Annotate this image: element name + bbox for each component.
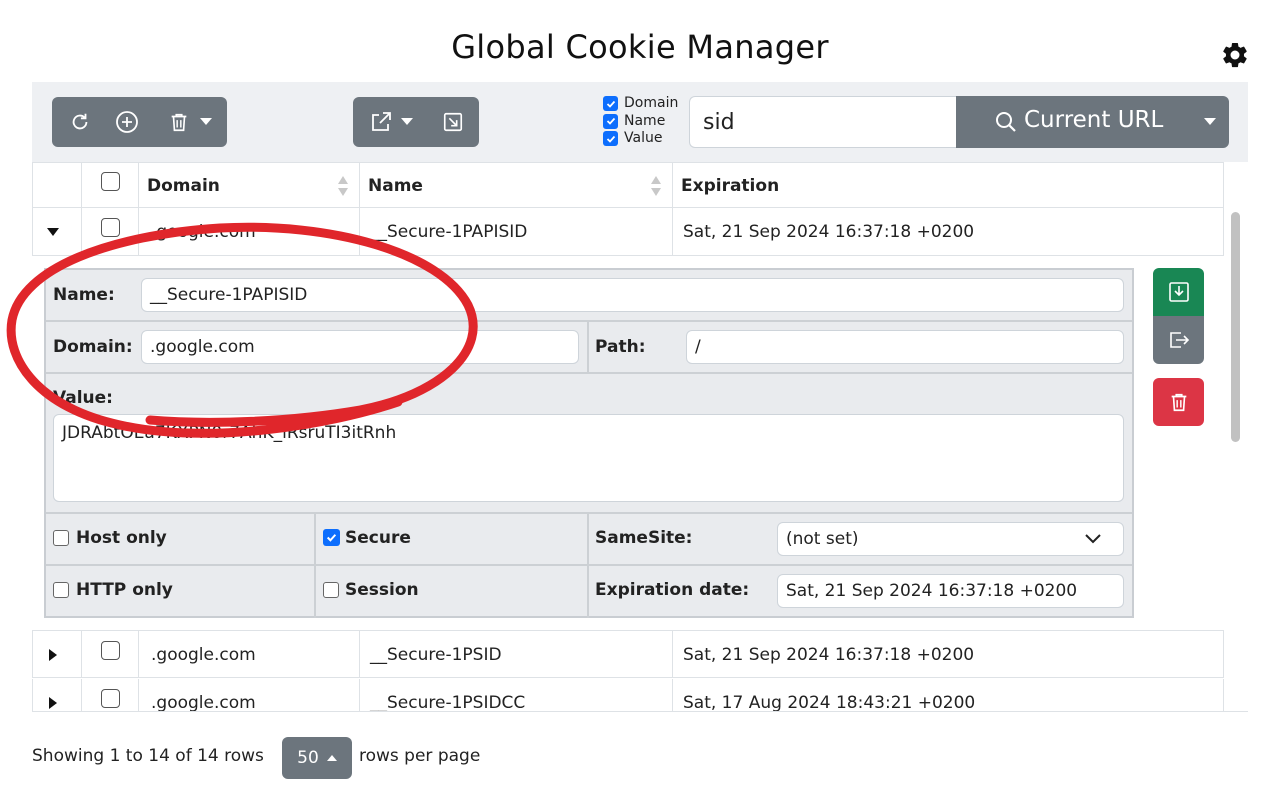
search-icon [996, 112, 1016, 132]
row-checkbox[interactable] [101, 218, 120, 237]
search-scope-dropdown[interactable] [1196, 96, 1229, 148]
expand-row-icon[interactable] [49, 697, 57, 709]
cell-expiration: Sat, 21 Sep 2024 16:37:18 +0200 [683, 645, 975, 665]
search-scope-button[interactable]: Current URL [956, 96, 1229, 148]
row-checkbox[interactable] [101, 641, 120, 660]
domain-label: Domain: [53, 337, 133, 357]
checkbox-checked-icon[interactable] [603, 96, 618, 112]
caret-up-icon [326, 755, 337, 761]
add-cookie-button[interactable] [107, 97, 147, 147]
import-icon [443, 112, 463, 132]
import-export-group [353, 97, 479, 147]
filter-name[interactable]: Name [603, 113, 678, 131]
filter-value[interactable]: Value [603, 130, 678, 148]
path-label: Path: [595, 337, 646, 357]
export-cookie-button[interactable] [1153, 316, 1204, 364]
page-size-dropdown[interactable]: 50 [282, 737, 352, 779]
save-icon [1168, 282, 1189, 302]
host-only-label: Host only [76, 528, 167, 548]
export-dropdown-button[interactable] [361, 97, 421, 147]
table-header: Domain Name Expiration [32, 162, 1224, 208]
cell-expiration: Sat, 21 Sep 2024 16:37:18 +0200 [683, 222, 975, 242]
name-label: Name: [53, 285, 115, 305]
cookie-detail-panel: Name: __Secure-1PAPISID Domain: .google.… [32, 256, 1224, 630]
page-title: Global Cookie Manager [451, 28, 829, 66]
expand-row-icon[interactable] [49, 649, 57, 661]
path-field[interactable]: / [686, 330, 1124, 364]
sort-icon[interactable] [337, 175, 349, 197]
scrollbar-thumb[interactable] [1231, 212, 1240, 442]
secure-checkbox[interactable] [323, 529, 340, 546]
cell-expiration: Sat, 17 Aug 2024 18:43:21 +0200 [683, 693, 976, 712]
http-only-label: HTTP only [76, 580, 173, 600]
gear-icon[interactable] [1220, 40, 1250, 70]
cell-name: __Secure-1PAPISID [370, 222, 528, 242]
box-arrow-right-icon [1169, 332, 1189, 348]
plus-circle-icon [116, 111, 138, 133]
samesite-value: (not set) [786, 529, 859, 549]
value-label: Value: [53, 388, 113, 408]
samesite-select[interactable]: (not set) [777, 522, 1124, 556]
page-size-value: 50 [297, 748, 319, 768]
search-input[interactable] [689, 96, 957, 148]
cell-name: __Secure-1PSID [370, 645, 502, 665]
http-only-checkbox[interactable] [53, 582, 69, 598]
filter-label: Domain [624, 95, 679, 111]
samesite-label: SameSite: [595, 528, 693, 548]
rows-per-page-label: rows per page [359, 746, 481, 766]
search-filters: Domain Name Value [603, 95, 678, 148]
column-name[interactable]: Name [368, 176, 423, 196]
expiration-date-label: Expiration date: [595, 580, 750, 600]
domain-field[interactable]: .google.com [141, 330, 579, 364]
delete-cookie-button[interactable] [1153, 378, 1204, 426]
cell-domain: .google.com [151, 222, 256, 242]
search-scope-label: Current URL [1024, 107, 1164, 133]
cell-domain: .google.com [151, 693, 256, 712]
refresh-button[interactable] [60, 97, 100, 147]
host-only-checkbox[interactable] [53, 530, 69, 546]
refresh-icon [72, 113, 88, 130]
trash-icon [1171, 393, 1186, 412]
filter-label: Name [624, 112, 666, 129]
column-domain[interactable]: Domain [147, 176, 220, 196]
name-field[interactable]: __Secure-1PAPISID [141, 278, 1124, 312]
row-checkbox[interactable] [101, 689, 120, 708]
caret-down-icon [199, 118, 212, 125]
cookie-table: Domain Name Expiration .google.com __Sec… [32, 162, 1248, 712]
caret-down-icon [1204, 118, 1216, 125]
collapse-row-icon[interactable] [47, 228, 59, 236]
session-label: Session [345, 580, 419, 600]
save-cookie-button[interactable] [1153, 268, 1204, 316]
cell-domain: .google.com [151, 645, 256, 665]
checkbox-checked-icon[interactable] [603, 131, 618, 147]
cookie-actions-group [52, 97, 227, 147]
cookie-edit-form: Name: __Secure-1PAPISID Domain: .google.… [44, 268, 1134, 618]
select-all-checkbox[interactable] [101, 172, 120, 191]
column-expiration[interactable]: Expiration [681, 176, 779, 196]
pagination-info: Showing 1 to 14 of 14 rows [32, 746, 264, 766]
checkbox-checked-icon[interactable] [603, 113, 618, 129]
expiration-date-field[interactable]: Sat, 21 Sep 2024 16:37:18 +0200 [777, 574, 1124, 608]
table-row[interactable]: .google.com __Secure-1PAPISID Sat, 21 Se… [32, 208, 1224, 256]
import-button[interactable] [433, 97, 473, 147]
value-field[interactable]: JDRAbtOEa7KXPN0r7AhK_iRsruTI3itRnh [53, 414, 1124, 502]
trash-icon [171, 113, 186, 132]
delete-dropdown-button[interactable] [157, 97, 222, 147]
external-link-icon [372, 112, 391, 131]
caret-down-icon [401, 118, 413, 125]
filter-label: Value [624, 130, 663, 146]
sort-icon[interactable] [650, 175, 662, 197]
filter-domain[interactable]: Domain [603, 95, 678, 113]
session-checkbox[interactable] [323, 582, 339, 598]
chevron-down-icon [1085, 534, 1101, 544]
cell-name: __Secure-1PSIDCC [370, 693, 526, 712]
table-row[interactable]: .google.com __Secure-1PSID Sat, 21 Sep 2… [32, 630, 1224, 678]
secure-label: Secure [345, 528, 411, 548]
table-row[interactable]: .google.com __Secure-1PSIDCC Sat, 17 Aug… [32, 679, 1224, 712]
